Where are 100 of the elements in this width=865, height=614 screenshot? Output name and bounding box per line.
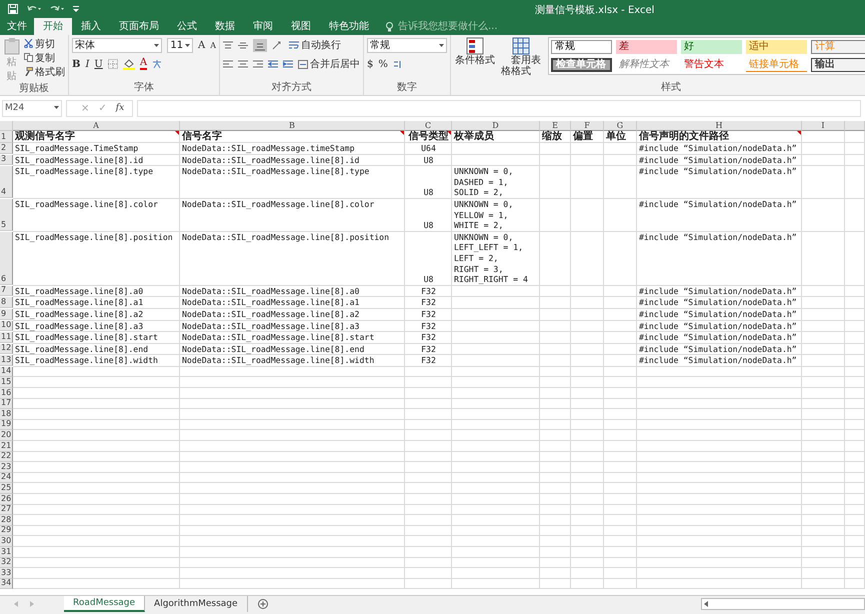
table-cell[interactable] [452, 388, 540, 399]
table-cell[interactable] [405, 578, 452, 590]
conditional-formatting-button[interactable]: 条件格式 [454, 37, 496, 82]
table-cell[interactable] [452, 526, 540, 536]
table-cell[interactable] [637, 420, 802, 430]
row-header[interactable]: 27 [0, 504, 13, 516]
add-sheet-icon[interactable] [258, 599, 268, 609]
table-cell[interactable] [637, 568, 802, 579]
row-header[interactable]: 12 [0, 344, 13, 354]
row-header[interactable]: 16 [0, 388, 13, 399]
table-cell[interactable] [540, 232, 571, 286]
column-header[interactable]: H [637, 121, 802, 131]
next-sheet-icon[interactable] [29, 601, 34, 607]
table-cell[interactable] [802, 546, 845, 558]
table-cell[interactable] [637, 515, 802, 526]
bold-button[interactable]: B [72, 58, 80, 70]
table-cell[interactable] [571, 366, 604, 378]
ribbon-tab[interactable]: 视图 [282, 18, 320, 35]
table-cell[interactable] [637, 494, 802, 505]
table-cell[interactable] [405, 430, 452, 442]
table-cell[interactable] [802, 526, 845, 536]
table-cell[interactable] [180, 452, 405, 462]
table-cell[interactable] [845, 452, 865, 462]
table-cell[interactable] [604, 462, 637, 473]
table-cell[interactable] [540, 546, 571, 558]
table-cell[interactable] [845, 504, 865, 516]
table-cell[interactable] [604, 504, 637, 516]
table-cell[interactable] [180, 388, 405, 399]
table-cell[interactable] [604, 526, 637, 536]
table-cell[interactable] [452, 430, 540, 442]
table-cell[interactable] [604, 452, 637, 462]
table-cell[interactable] [604, 441, 637, 452]
row-header[interactable]: 3 [0, 154, 13, 166]
table-cell[interactable] [405, 558, 452, 568]
font-size-dropdown[interactable]: 11 [167, 38, 193, 52]
table-cell[interactable] [13, 452, 180, 462]
table-cell[interactable] [452, 504, 540, 516]
table-cell[interactable] [802, 355, 845, 367]
table-cell[interactable] [452, 462, 540, 473]
table-cell[interactable] [571, 308, 604, 320]
table-cell[interactable] [637, 452, 802, 462]
table-cell[interactable] [452, 536, 540, 547]
table-cell[interactable] [637, 430, 802, 442]
sheet-tab[interactable]: RoadMessage [64, 596, 146, 612]
table-cell[interactable] [604, 308, 637, 320]
table-cell[interactable] [540, 420, 571, 430]
table-cell[interactable] [845, 344, 865, 356]
table-cell[interactable] [13, 526, 180, 536]
row-header[interactable]: 8 [0, 297, 13, 308]
borders-icon[interactable] [108, 59, 118, 69]
table-cell[interactable] [405, 441, 452, 452]
table-cell[interactable] [845, 568, 865, 579]
table-cell[interactable] [845, 472, 865, 484]
table-cell[interactable] [13, 494, 180, 505]
table-cell[interactable] [452, 308, 540, 320]
table-cell[interactable] [540, 366, 571, 378]
row-header[interactable]: 31 [0, 546, 13, 558]
table-cell[interactable] [845, 558, 865, 568]
align-center-icon[interactable] [238, 60, 248, 68]
table-cell[interactable] [604, 409, 637, 420]
table-cell[interactable] [540, 472, 571, 484]
table-cell[interactable] [845, 320, 865, 332]
table-cell[interactable] [604, 536, 637, 547]
table-cell[interactable] [845, 388, 865, 399]
table-cell[interactable] [452, 355, 540, 367]
row-header[interactable]: 15 [0, 377, 13, 388]
table-cell[interactable] [452, 494, 540, 505]
select-all-corner[interactable] [0, 121, 13, 131]
table-cell[interactable] [604, 546, 637, 558]
table-cell[interactable] [540, 320, 571, 332]
table-cell[interactable] [845, 536, 865, 547]
table-cell[interactable] [180, 409, 405, 420]
redo-icon[interactable] [50, 5, 64, 13]
table-cell[interactable] [845, 377, 865, 388]
table-cell[interactable] [13, 546, 180, 558]
table-cell[interactable] [13, 472, 180, 484]
table-cell[interactable] [180, 578, 405, 590]
table-cell[interactable] [571, 166, 604, 199]
table-cell[interactable] [604, 377, 637, 388]
row-header[interactable]: 28 [0, 515, 13, 526]
cell-style-option[interactable]: 好 [681, 40, 742, 54]
ribbon-tab[interactable]: 页面布局 [110, 18, 168, 35]
table-cell[interactable] [540, 409, 571, 420]
table-cell[interactable] [802, 494, 845, 505]
table-cell[interactable] [571, 515, 604, 526]
table-cell[interactable] [13, 409, 180, 420]
cell-style-option[interactable]: 解释性文本 [616, 58, 677, 72]
table-cell[interactable] [637, 366, 802, 378]
table-cell[interactable] [405, 398, 452, 410]
table-cell[interactable] [604, 515, 637, 526]
table-cell[interactable] [802, 344, 845, 356]
insert-function-button[interactable]: fx [116, 103, 124, 113]
row-header[interactable]: 29 [0, 526, 13, 536]
column-header[interactable]: E [540, 121, 571, 131]
table-cell[interactable] [604, 578, 637, 590]
table-cell[interactable] [802, 536, 845, 547]
table-cell[interactable] [405, 377, 452, 388]
table-cell[interactable] [540, 441, 571, 452]
table-cell[interactable] [571, 430, 604, 442]
table-cell[interactable] [845, 286, 865, 298]
